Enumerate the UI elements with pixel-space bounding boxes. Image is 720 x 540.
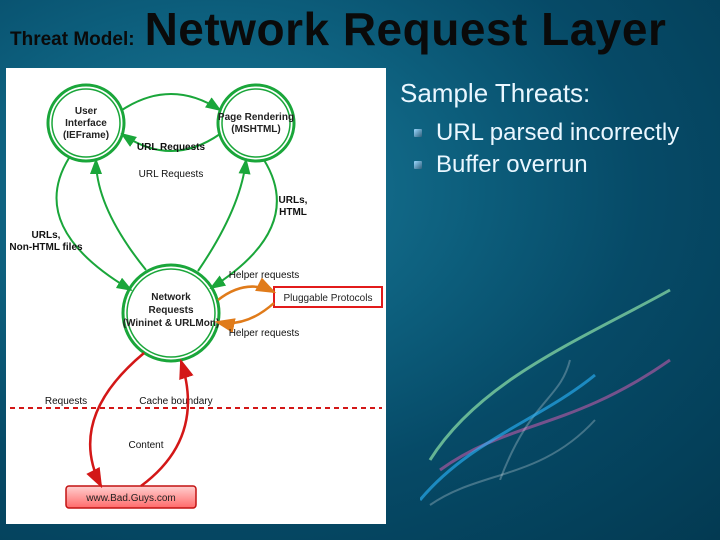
edge-ui-network xyxy=(57,158,131,290)
title-main: Network Request Layer xyxy=(145,6,667,52)
node-label: Network xyxy=(151,292,191,303)
title-prefix: Threat Model: xyxy=(10,30,135,49)
threats-list: URL parsed incorrectly Buffer overrun xyxy=(400,117,710,182)
edge-ui-render xyxy=(122,94,220,110)
threats-heading: Sample Threats: xyxy=(400,78,710,109)
node-label: Page Rendering xyxy=(218,112,294,123)
edge-requests-out xyxy=(90,353,144,486)
edge-label: Requests xyxy=(45,396,87,407)
edge-label: Non-HTML files xyxy=(9,242,83,253)
edge-label: HTML xyxy=(279,207,307,218)
edge-label: Cache boundary xyxy=(139,396,212,407)
node-label: (IEFrame) xyxy=(63,130,109,141)
architecture-diagram: User Interface (IEFrame) Page Rendering … xyxy=(6,68,386,524)
node-network-requests: Network Requests (Wininet & URLMon) xyxy=(123,265,220,361)
edge-label: URL Requests xyxy=(137,142,206,153)
node-label: (MSHTML) xyxy=(231,124,280,135)
edge-label: Helper requests xyxy=(229,270,300,281)
node-user-interface: User Interface (IEFrame) xyxy=(48,85,124,161)
edge-label: URLs, xyxy=(32,230,61,241)
decor-swirl xyxy=(420,370,600,510)
node-label: Interface xyxy=(65,118,107,129)
edge-pluggable-network xyxy=(217,303,274,323)
edge-render-network xyxy=(211,160,277,288)
list-item: URL parsed incorrectly xyxy=(400,117,710,149)
edge-content-in xyxy=(141,361,188,486)
node-label: Pluggable Protocols xyxy=(284,293,373,304)
edge-label: Content xyxy=(128,440,163,451)
list-item: Buffer overrun xyxy=(400,149,710,181)
node-bad-guys: www.Bad.Guys.com xyxy=(66,486,196,508)
node-page-rendering: Page Rendering (MSHTML) xyxy=(218,85,294,161)
sample-threats-block: Sample Threats: URL parsed incorrectly B… xyxy=(400,78,710,182)
node-label: (Wininet & URLMon) xyxy=(123,318,220,329)
node-label: Requests xyxy=(148,305,193,316)
edge-label: URL Requests xyxy=(139,169,204,180)
edge-label: URLs, xyxy=(279,195,308,206)
edge-label: Helper requests xyxy=(229,328,300,339)
node-label: User xyxy=(75,106,97,117)
decor-swirl xyxy=(420,280,680,480)
slide-title-row: Threat Model: Network Request Layer xyxy=(10,6,710,52)
node-label: www.Bad.Guys.com xyxy=(85,493,175,504)
node-pluggable-protocols: Pluggable Protocols xyxy=(274,287,382,307)
edge-network-pluggable xyxy=(218,287,274,300)
edge-network-render xyxy=(198,160,246,271)
